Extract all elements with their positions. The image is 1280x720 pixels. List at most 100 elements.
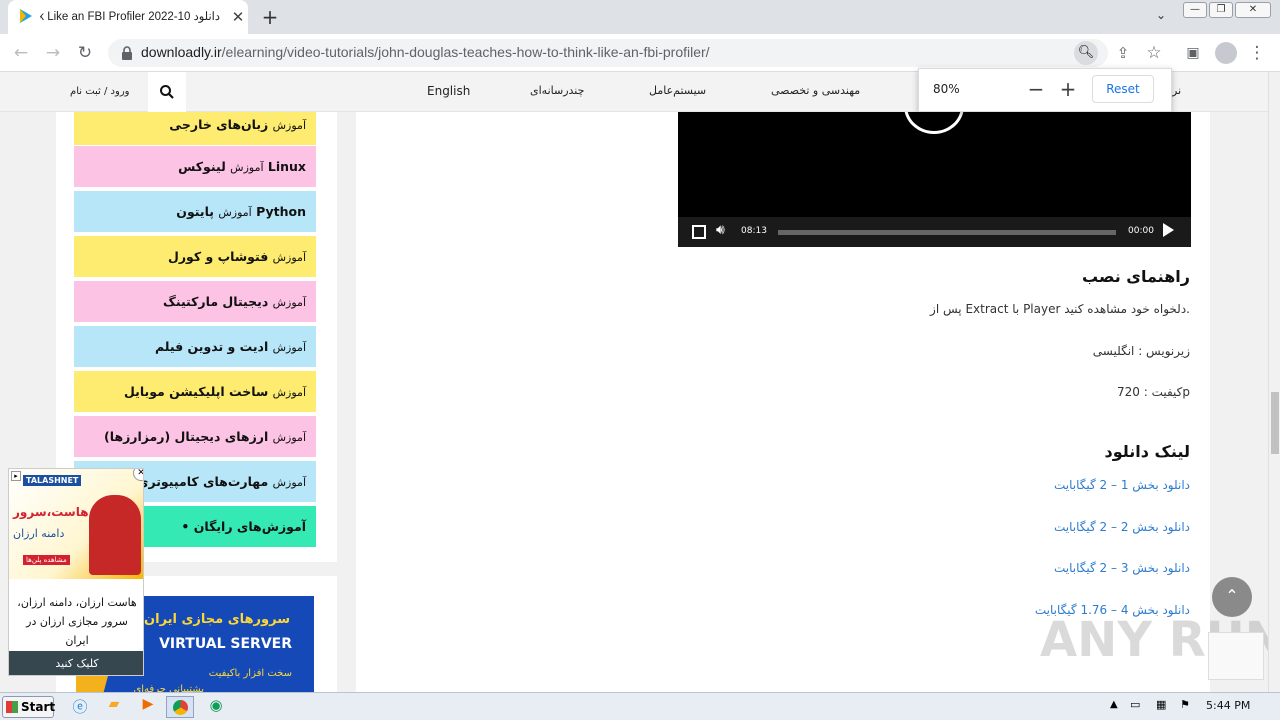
minimize-button[interactable]: — — [1183, 2, 1207, 18]
download-heading: لینک دانلود — [1104, 442, 1191, 461]
login-register-link[interactable]: ورود / ثبت نام — [70, 86, 130, 97]
category-languages[interactable]: آموزش زبان‌های خارجی — [74, 112, 316, 145]
volume-icon[interactable]: 🔊︎ — [716, 222, 725, 238]
tray-flag-icon[interactable]: ⚑ — [1180, 698, 1190, 711]
edge-icon[interactable]: ◉ — [202, 696, 230, 718]
category-digital-marketing[interactable]: آموزش دیجیتال مارکتینگ — [74, 281, 316, 322]
tab-search-chevron-icon[interactable]: ⌄ — [1152, 8, 1170, 26]
category-prefix: آموزش — [218, 206, 252, 219]
taskbar-clock: 5:44 PM — [1206, 699, 1251, 712]
nav-item-software-cut[interactable]: نر — [1172, 84, 1181, 97]
start-button[interactable]: Start — [2, 696, 56, 718]
video-current-time: 00:00 — [1128, 226, 1154, 236]
video-controls: 🔊︎ 08:13 00:00 — [678, 217, 1191, 247]
zoom-reset-button[interactable]: Reset — [1092, 75, 1154, 103]
category-label: مهارت‌های کامپیوتری — [136, 474, 269, 489]
ad-cta-button[interactable]: کلیک کنید — [9, 651, 143, 675]
category-linux[interactable]: آموزش لینوکس Linux — [74, 146, 316, 187]
video-progress-bar[interactable] — [778, 230, 1116, 235]
category-video-editing[interactable]: آموزش ادیت و تدوین فیلم — [74, 326, 316, 367]
tab-bar: دانلود John Douglas Teaches How to Think… — [0, 0, 1280, 34]
category-label: فتوشاپ و کورل — [167, 249, 269, 264]
ad-info-icon[interactable]: ▸ — [11, 471, 21, 481]
tray-network-icon[interactable]: ▦ — [1156, 698, 1166, 711]
media-player-icon[interactable]: ▶ — [134, 696, 162, 718]
category-label: ساخت اپلیکیشن موبایل — [123, 384, 269, 399]
new-tab-button[interactable]: + — [258, 6, 282, 30]
browser-toolbar: ← → ↻ downloadly.ir/elearning/video-tuto… — [0, 34, 1280, 72]
video-player[interactable]: 🔊︎ 08:13 00:00 — [678, 112, 1191, 247]
share-icon[interactable]: ⇪ — [1110, 41, 1136, 65]
category-crypto[interactable]: آموزش ارزهای دیجیتال (رمزارزها) — [74, 416, 316, 457]
ad-person-graphic — [89, 495, 141, 575]
tray-monitor-icon[interactable]: ▭ — [1130, 698, 1140, 711]
download-link-3[interactable]: دانلود بخش 3 – 2 گیگابایت — [1054, 561, 1190, 575]
category-prefix: آموزش — [272, 119, 306, 132]
category-mobile-app[interactable]: آموزش ساخت اپلیکیشن موبایل — [74, 371, 316, 412]
category-prefix: آموزش — [230, 161, 264, 174]
zoom-out-button[interactable]: − — [1025, 77, 1047, 103]
nav-item-english[interactable]: English — [427, 84, 470, 98]
page-content: آموزش زبان‌های خارجی آموزش لینوکس Linux … — [0, 112, 1268, 692]
zoom-icon[interactable]: 🔍︎ — [1074, 41, 1098, 65]
ad-brand: TALASHNET — [23, 475, 82, 486]
explorer-folder-icon[interactable]: ▰ — [100, 696, 128, 718]
category-label: زبان‌های خارجی — [169, 117, 269, 132]
banner-title: سرورهای مجازی ایران — [144, 612, 290, 627]
zoom-popup: 80% − + Reset — [918, 68, 1172, 112]
download-link-1[interactable]: دانلود بخش 1 – 2 گیگابایت — [1054, 478, 1190, 492]
start-label: Start — [21, 700, 56, 714]
reload-icon[interactable]: ↻ — [72, 41, 98, 65]
browser-tab[interactable]: دانلود John Douglas Teaches How to Think… — [8, 0, 248, 34]
menu-kebab-icon[interactable]: ⋮ — [1244, 41, 1270, 65]
bookmark-star-icon[interactable]: ☆ — [1141, 41, 1167, 65]
category-prefix: آموزش — [272, 476, 306, 489]
close-window-button[interactable]: ✕ — [1235, 2, 1271, 18]
ad-description: هاست ارزان، دامنه ارزان، سرور مجازی ارزا… — [17, 596, 137, 647]
ad-line2: دامنه ارزان — [13, 527, 65, 540]
zoom-in-button[interactable]: + — [1057, 77, 1079, 103]
category-label: دیجیتال مارکتینگ — [163, 294, 269, 309]
address-bar[interactable]: downloadly.ir/elearning/video-tutorials/… — [108, 39, 1108, 67]
restore-button[interactable]: ❐ — [1209, 2, 1233, 18]
back-to-top-button[interactable]: ⌃ — [1212, 577, 1252, 617]
category-label: ارزهای دیجیتال (رمزارزها) — [104, 429, 269, 444]
recaptcha-badge[interactable] — [1208, 632, 1264, 680]
profile-avatar-icon[interactable] — [1215, 42, 1237, 64]
ad-line1: هاست،سرور — [13, 505, 89, 519]
quality-info: کیفیت : 720p — [1116, 385, 1190, 399]
site-search-button[interactable] — [148, 72, 186, 112]
category-label: ادیت و تدوین فیلم — [154, 339, 269, 354]
lock-icon — [122, 46, 132, 60]
page-scrollbar[interactable] — [1268, 72, 1280, 692]
nav-item-engineering[interactable]: مهندسی و تخصصی — [771, 84, 860, 97]
banner-line1: سخت افزار باکیفیت — [208, 668, 292, 679]
download-link-2[interactable]: دانلود بخش 2 – 2 گیگابایت — [1054, 520, 1190, 534]
windows-logo-icon — [6, 701, 18, 713]
downloadly-favicon-icon — [20, 9, 32, 23]
tray-arrow-icon[interactable]: ▲ — [1110, 699, 1118, 710]
category-prefix: آموزش — [272, 341, 306, 354]
ad-small-cta[interactable]: مشاهده پلن‌ها — [23, 555, 70, 565]
nav-item-os[interactable]: سیستم‌عامل — [649, 84, 706, 97]
category-photoshop[interactable]: آموزش فتوشاپ و کورل — [74, 236, 316, 277]
chrome-icon — [173, 700, 188, 715]
back-arrow-icon[interactable]: ← — [8, 41, 34, 65]
big-play-button[interactable] — [904, 112, 964, 134]
subtitle-info: زیرنویس : انگلیسی — [1092, 344, 1190, 358]
popup-ad[interactable]: ▸ TALASHNET ✕ هاست،سرور دامنه ارزان مشاه… — [8, 468, 144, 676]
side-panel-icon[interactable]: ▣ — [1180, 41, 1206, 65]
category-python[interactable]: آموزش پایتون Python — [74, 191, 316, 232]
fullscreen-icon[interactable] — [692, 225, 706, 239]
category-prefix: آموزش — [272, 251, 306, 264]
banner-line2: پشتیبانی حرفه‌ای — [133, 684, 204, 692]
tab-close-icon[interactable]: ✕ — [228, 7, 248, 27]
scrollbar-thumb[interactable] — [1271, 392, 1279, 454]
nav-item-multimedia[interactable]: چندرسانه‌ای — [530, 84, 584, 97]
chrome-taskbar-button[interactable] — [166, 696, 194, 718]
windows-taskbar: Start ⓔ ▰ ▶ ◉ ▲ ▭ ▦ ⚑ 5:44 PM — [0, 692, 1280, 720]
ie-icon[interactable]: ⓔ — [66, 696, 94, 718]
play-icon[interactable] — [1163, 223, 1174, 237]
forward-arrow-icon[interactable]: → — [40, 41, 66, 65]
url-host: downloadly.ir — [141, 44, 222, 60]
